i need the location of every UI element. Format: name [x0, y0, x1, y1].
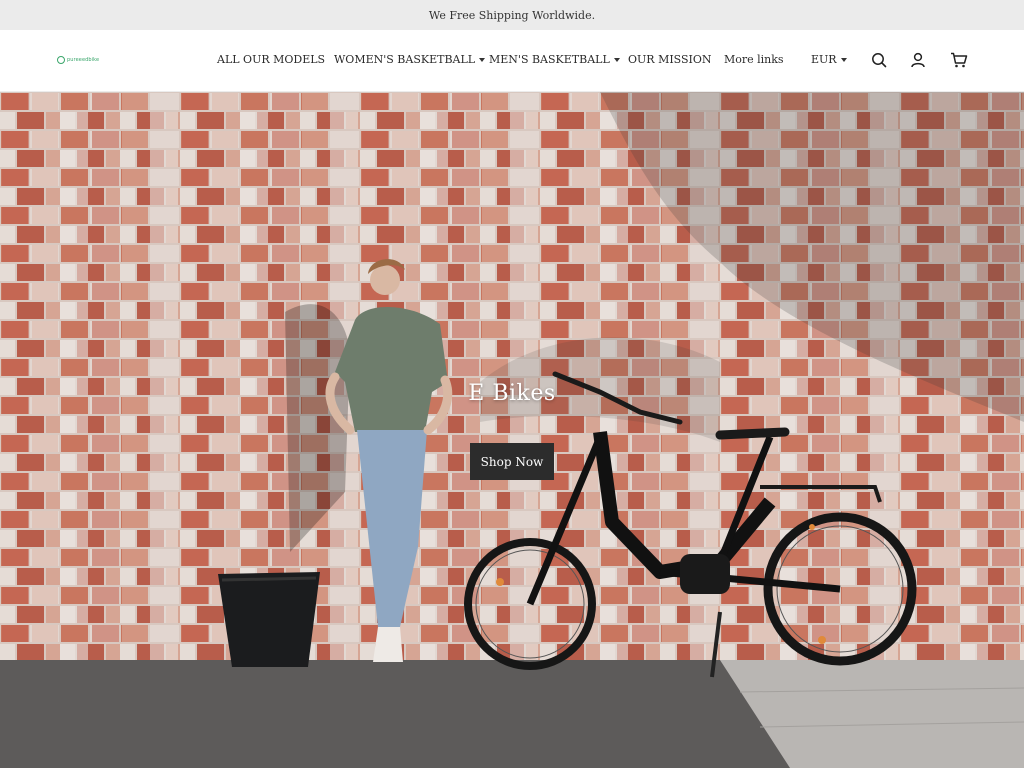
- hero-image: [0, 92, 1024, 768]
- nav-item-all-models[interactable]: ALL OUR MODELS: [217, 53, 325, 66]
- account-button[interactable]: [908, 50, 928, 70]
- shop-now-button[interactable]: Shop Now: [470, 443, 554, 480]
- currency-selector[interactable]: EUR: [811, 53, 847, 66]
- search-icon: [872, 53, 887, 68]
- chevron-down-icon: [479, 57, 486, 62]
- nav-item-label: MEN'S BASKETBALL: [489, 53, 610, 66]
- nav-item-our-mission[interactable]: OUR MISSION: [628, 53, 712, 66]
- currency-label: EUR: [811, 53, 837, 66]
- chevron-down-icon: [613, 57, 620, 62]
- nav-item-more-links[interactable]: More links: [724, 53, 784, 66]
- announcement-bar: We Free Shipping Worldwide.: [0, 0, 1024, 30]
- nav-item-mens-basketball[interactable]: MEN'S BASKETBALL: [489, 53, 620, 66]
- hero-banner: E Bikes Shop Now: [0, 92, 1024, 768]
- chevron-down-icon: [840, 57, 847, 62]
- hero-title: E Bikes: [468, 381, 556, 406]
- nav-item-label: ALL OUR MODELS: [217, 53, 326, 66]
- nav-item-label: WOMEN'S BASKETBALL: [334, 53, 476, 66]
- nav-item-label: OUR MISSION: [628, 53, 712, 66]
- nav-item-womens-basketball[interactable]: WOMEN'S BASKETBALL: [334, 53, 486, 66]
- nav-item-label: More links: [724, 53, 784, 66]
- cart-icon: [951, 52, 968, 68]
- search-button[interactable]: [869, 50, 889, 70]
- cart-button[interactable]: [949, 50, 969, 70]
- user-icon: [911, 52, 925, 68]
- announcement-text: We Free Shipping Worldwide.: [428, 8, 596, 22]
- site-header: pureeedbike ALL OUR MODELS WOMEN'S BASKE…: [0, 30, 1024, 92]
